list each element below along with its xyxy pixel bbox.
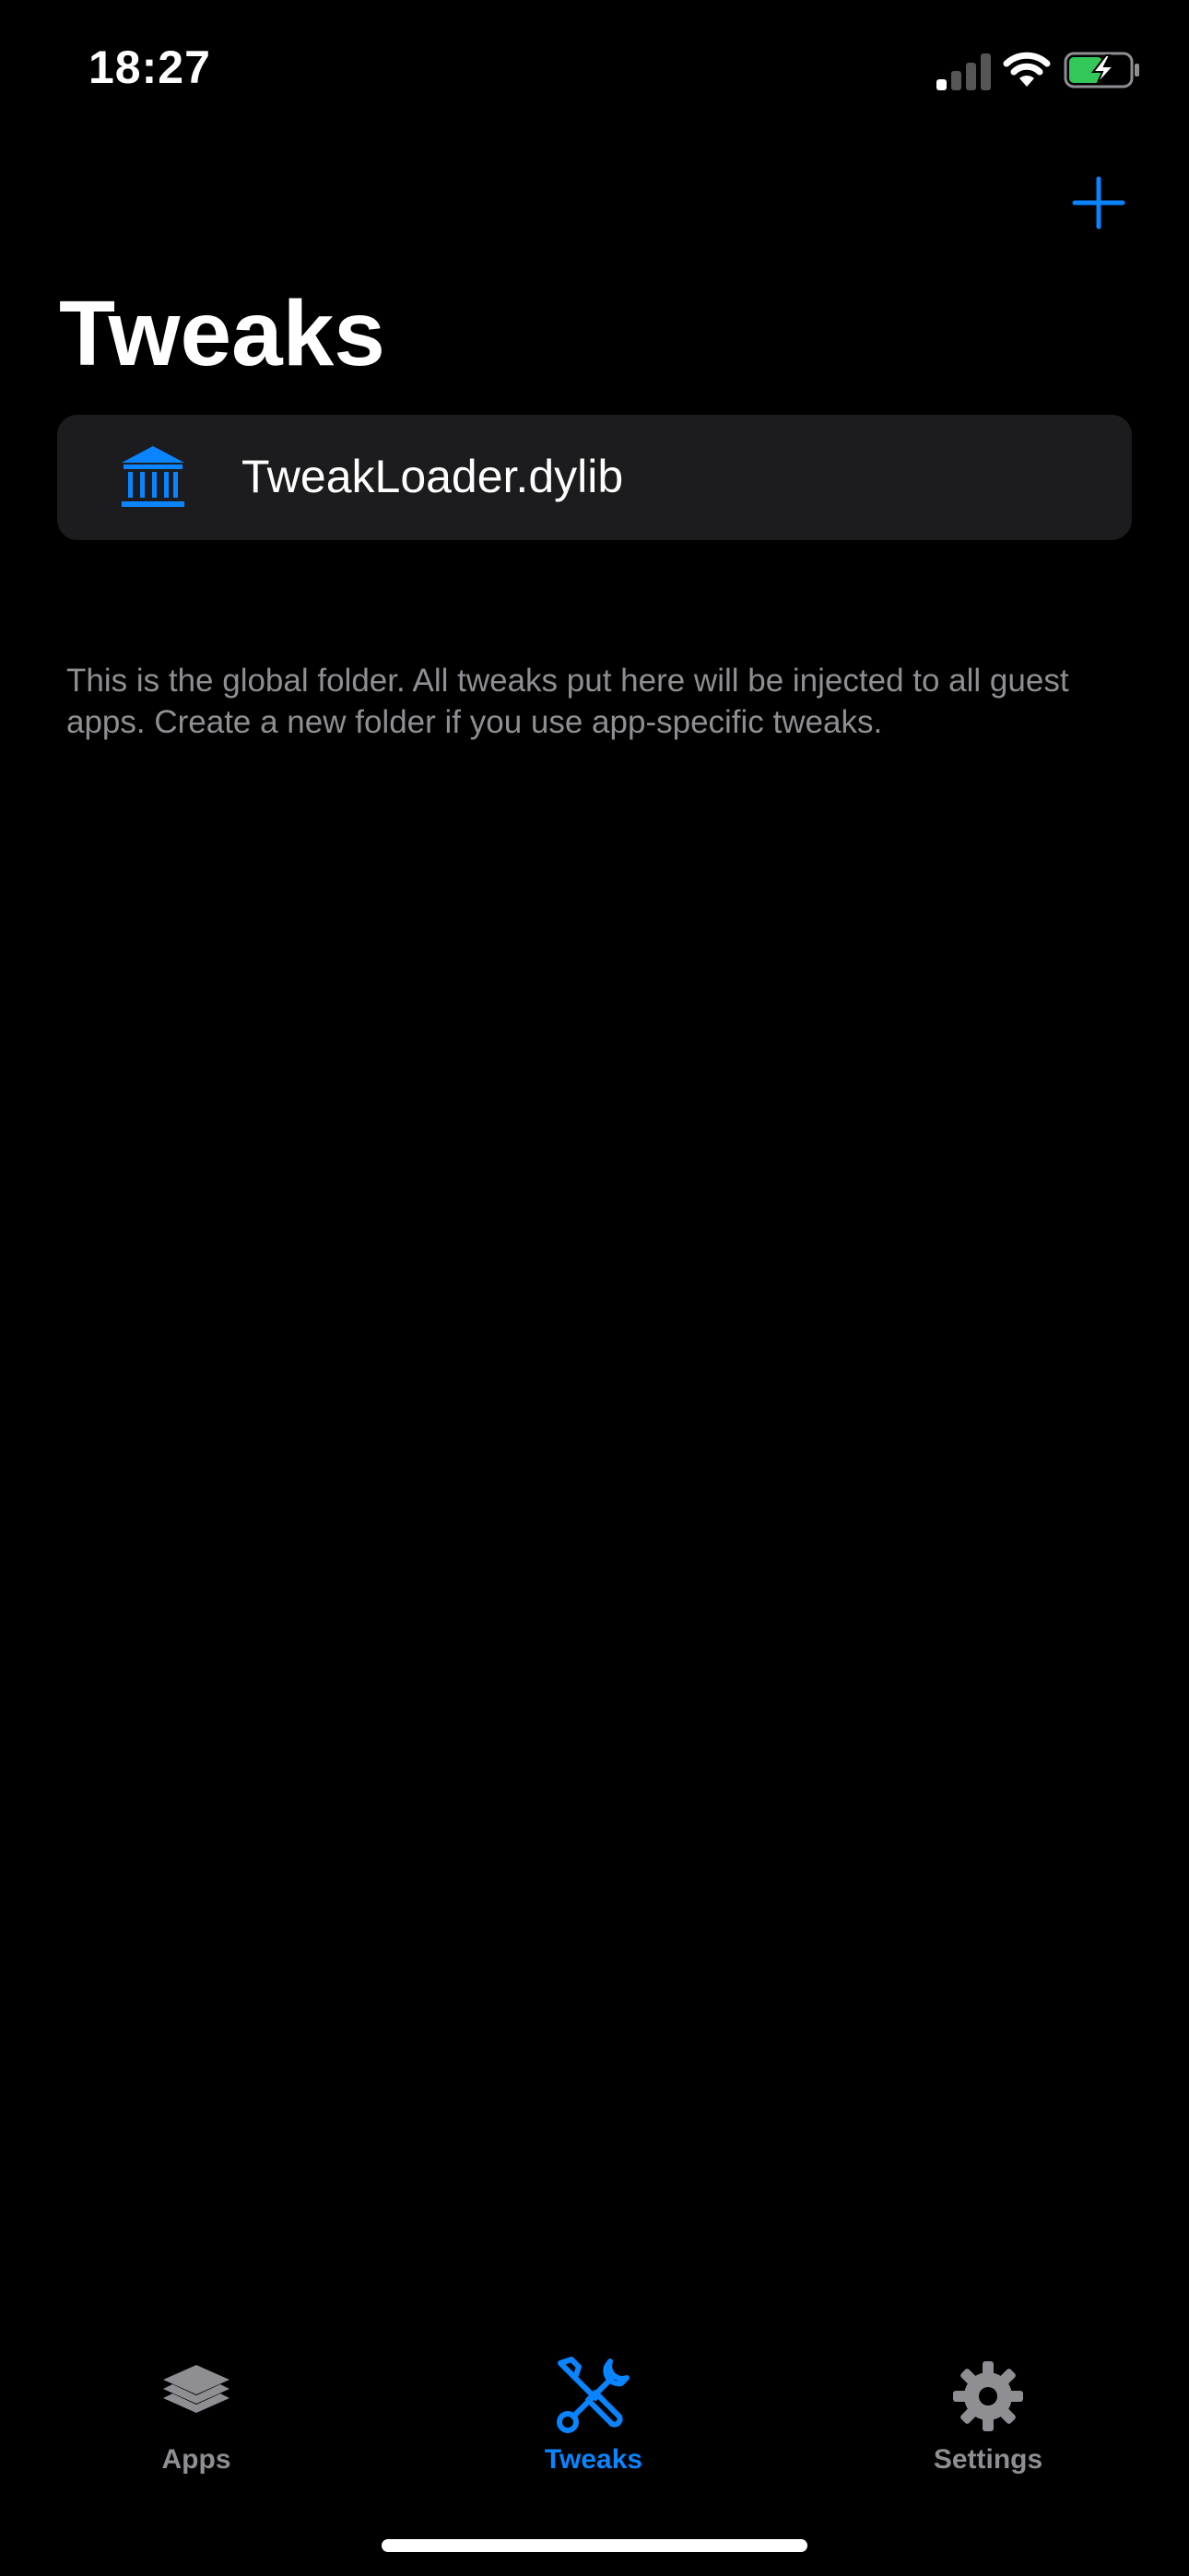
cellular-signal-icon <box>936 53 991 90</box>
battery-charging-icon <box>1064 52 1139 88</box>
status-bar: 18:27 <box>0 0 1189 138</box>
tab-settings-label: Settings <box>933 2444 1043 2475</box>
gear-icon <box>953 2361 1023 2431</box>
tab-apps[interactable]: Apps <box>58 2323 335 2479</box>
tab-settings[interactable]: Settings <box>850 2323 1126 2479</box>
bank-building-icon <box>122 446 184 507</box>
tab-bar: Apps Tweaks Settings <box>0 2323 1189 2507</box>
tab-tweaks[interactable]: Tweaks <box>455 2323 732 2479</box>
plus-icon <box>1072 176 1125 229</box>
wifi-icon <box>1003 52 1051 87</box>
status-time: 18:27 <box>88 41 211 93</box>
stack-layers-icon <box>163 2365 230 2413</box>
tweaks-list: TweakLoader.dylib <box>57 415 1132 540</box>
list-item-tweakloader[interactable]: TweakLoader.dylib <box>57 415 1132 540</box>
screen: 18:27 Tweaks TweakLoader.dylib This is t… <box>0 0 1189 2576</box>
section-footer-note: This is the global folder. All tweaks pu… <box>66 663 1069 740</box>
wrench-screwdriver-icon <box>557 2357 630 2433</box>
home-indicator[interactable] <box>382 2539 807 2552</box>
page-title: Tweaks <box>59 282 385 385</box>
add-button[interactable] <box>1069 173 1128 232</box>
tab-tweaks-label: Tweaks <box>544 2444 643 2475</box>
tab-apps-label: Apps <box>161 2444 231 2475</box>
list-item-label: TweakLoader.dylib <box>241 451 624 502</box>
